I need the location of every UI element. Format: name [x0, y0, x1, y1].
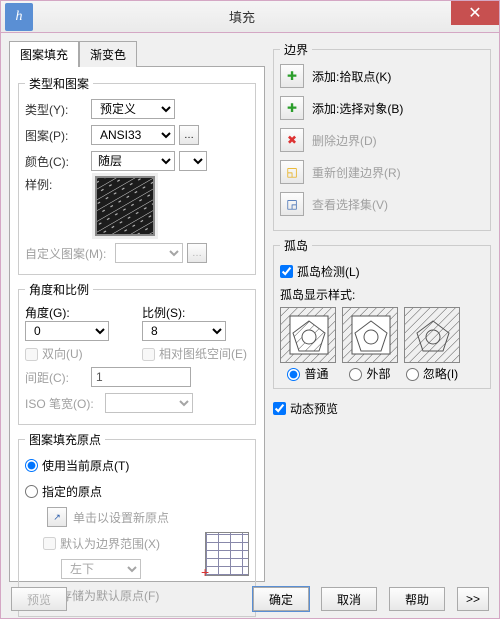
- group-type-pattern-label: 类型和图案: [25, 75, 93, 92]
- store-origin-label: 存储为默认原点(F): [60, 587, 159, 604]
- two-way-label: 双向(U): [42, 347, 83, 361]
- relative-paper-label: 相对图纸空间(E): [159, 347, 247, 361]
- set-origin-label: 单击以设置新原点: [73, 509, 169, 526]
- cancel-button[interactable]: 取消: [321, 587, 377, 611]
- color-select[interactable]: 随层: [91, 151, 175, 171]
- group-boundary: 边界 ✚ 添加:拾取点(K) ✚ 添加:选择对象(B) ✖ 删除边界(D) ◱ …: [273, 41, 491, 231]
- group-islands-label: 孤岛: [280, 237, 312, 254]
- window-title: 填充: [33, 7, 451, 26]
- expand-button[interactable]: >>: [457, 587, 489, 611]
- group-origin-label: 图案填充原点: [25, 431, 105, 448]
- help-button[interactable]: 帮助: [389, 587, 445, 611]
- island-outer-radio[interactable]: [349, 368, 362, 381]
- custom-pattern-select: [115, 243, 183, 263]
- use-current-origin-radio[interactable]: [25, 459, 38, 472]
- add-select-button[interactable]: ✚: [280, 96, 304, 120]
- island-outer-preview[interactable]: [342, 307, 398, 363]
- default-extent-checkbox: [43, 537, 56, 550]
- remove-boundary-label: 删除边界(D): [312, 132, 377, 149]
- set-origin-button: ↗: [47, 507, 67, 527]
- color-secondary-select[interactable]: ☑: [179, 151, 207, 171]
- iso-pen-select: [105, 393, 193, 413]
- island-normal-radio[interactable]: [287, 368, 300, 381]
- island-ignore-preview[interactable]: [404, 307, 460, 363]
- group-boundary-label: 边界: [280, 41, 312, 58]
- view-selection-button[interactable]: ◲: [280, 192, 304, 216]
- type-select[interactable]: 预定义: [91, 99, 175, 119]
- specified-origin-radio[interactable]: [25, 485, 38, 498]
- app-icon: h: [5, 3, 33, 31]
- dynamic-preview-label: 动态预览: [290, 400, 338, 417]
- island-ignore-label: 忽略(I): [423, 367, 458, 381]
- iso-pen-label: ISO 笔宽(O):: [25, 395, 105, 412]
- scale-label: 比例(S):: [142, 304, 249, 321]
- island-ignore-radio[interactable]: [406, 368, 419, 381]
- sample-label: 样例:: [25, 176, 91, 193]
- island-display-style-label: 孤岛显示样式:: [280, 286, 484, 303]
- group-type-pattern: 类型和图案 类型(Y): 预定义 图案(P): ANSI33 …: [18, 75, 256, 275]
- island-detect-label: 孤岛检测(L): [297, 263, 360, 280]
- default-extent-label: 默认为边界范围(X): [60, 535, 160, 552]
- tab-gradient[interactable]: 渐变色: [79, 41, 137, 67]
- origin-preview-icon: +: [205, 532, 249, 576]
- angle-label: 角度(G):: [25, 304, 132, 321]
- add-pick-label: 添加:拾取点(K): [312, 68, 391, 85]
- group-islands: 孤岛 孤岛检测(L) 孤岛显示样式:: [273, 237, 491, 389]
- recreate-boundary-label: 重新创建边界(R): [312, 164, 401, 181]
- island-normal-label: 普通: [304, 367, 328, 381]
- recreate-boundary-button[interactable]: ◱: [280, 160, 304, 184]
- island-outer-label: 外部: [366, 367, 390, 381]
- island-normal-icon: [281, 307, 335, 363]
- relative-paper-checkbox: [142, 348, 155, 361]
- view-selection-label: 查看选择集(V): [312, 196, 388, 213]
- color-label: 颜色(C):: [25, 153, 91, 170]
- use-current-origin-label: 使用当前原点(T): [42, 457, 129, 474]
- specified-origin-label: 指定的原点: [42, 483, 102, 500]
- add-select-label: 添加:选择对象(B): [312, 100, 403, 117]
- close-button[interactable]: ✕: [451, 1, 499, 25]
- type-label: 类型(Y):: [25, 101, 91, 118]
- sample-preview[interactable]: [95, 176, 155, 236]
- custom-pattern-browse-button: …: [187, 243, 207, 263]
- island-outer-icon: [343, 307, 397, 363]
- group-angle-scale: 角度和比例 角度(G): 0 双向(U) 比例(S): 8 相对图纸空间(E): [18, 281, 256, 425]
- ok-button[interactable]: 确定: [253, 587, 309, 611]
- island-ignore-icon: [405, 307, 459, 363]
- angle-select[interactable]: 0: [25, 321, 109, 341]
- spacing-label: 间距(C):: [25, 369, 91, 386]
- two-way-checkbox: [25, 348, 38, 361]
- scale-select[interactable]: 8: [142, 321, 226, 341]
- group-angle-scale-label: 角度和比例: [25, 281, 93, 298]
- add-pick-button[interactable]: ✚: [280, 64, 304, 88]
- island-detect-checkbox[interactable]: [280, 265, 293, 278]
- pattern-select[interactable]: ANSI33: [91, 125, 175, 145]
- origin-pos-select: 左下: [61, 559, 141, 579]
- pattern-label: 图案(P):: [25, 127, 91, 144]
- spacing-input: [91, 367, 191, 387]
- dynamic-preview-checkbox[interactable]: [273, 402, 286, 415]
- custom-pattern-label: 自定义图案(M):: [25, 245, 115, 262]
- island-normal-preview[interactable]: [280, 307, 336, 363]
- tab-hatch[interactable]: 图案填充: [9, 41, 79, 67]
- hatch-pattern-icon: [97, 178, 153, 234]
- remove-boundary-button[interactable]: ✖: [280, 128, 304, 152]
- preview-button: 预览: [11, 587, 67, 611]
- pattern-browse-button[interactable]: …: [179, 125, 199, 145]
